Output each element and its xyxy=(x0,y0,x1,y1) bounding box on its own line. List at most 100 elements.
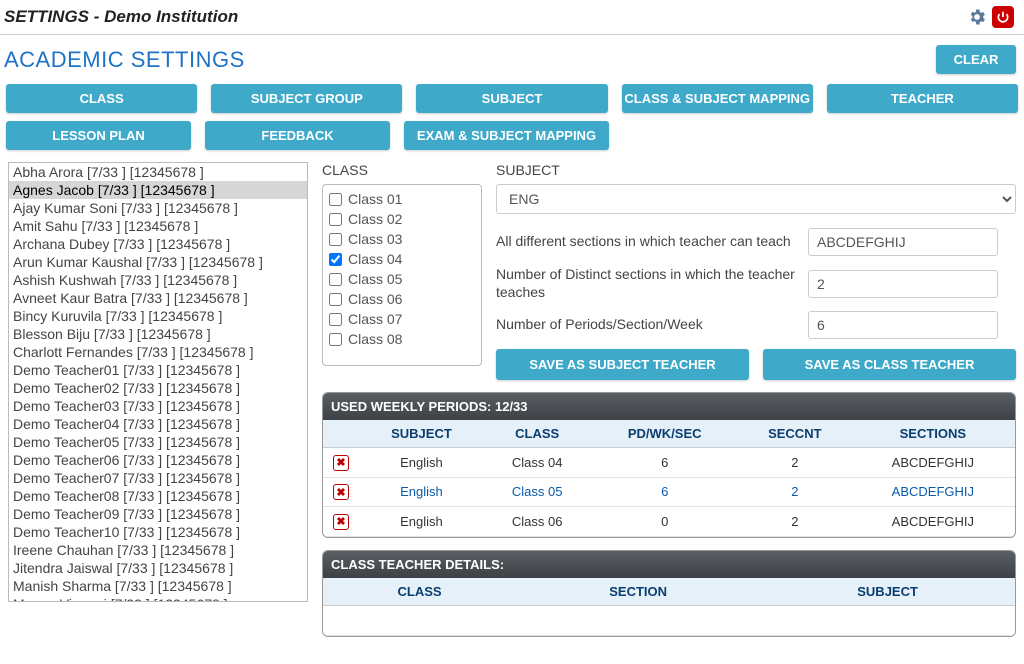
class-checklist[interactable]: Class 01 Class 02 Class 03 Class 04 Class 05… xyxy=(322,184,482,366)
delete-icon[interactable]: ✖ xyxy=(333,484,349,500)
tab-class-subject-mapping[interactable]: CLASS & SUBJECT MAPPING xyxy=(622,84,813,113)
teacher-item[interactable]: Demo Teacher08 [7/33 ] [12345678 ] xyxy=(9,487,307,505)
class-check-row[interactable]: Class 01 xyxy=(329,189,475,209)
class-check-row[interactable]: Class 07 xyxy=(329,309,475,329)
table-row[interactable]: ✖EnglishClass 0462ABCDEFGHIJ xyxy=(323,448,1015,478)
cell-pdwk: 6 xyxy=(590,477,739,507)
teacher-item[interactable]: Demo Teacher06 [7/33 ] [12345678 ] xyxy=(9,451,307,469)
tab-class[interactable]: CLASS xyxy=(6,84,197,113)
class-check-row[interactable]: Class 08 xyxy=(329,329,475,349)
clear-button[interactable]: CLEAR xyxy=(936,45,1016,74)
teacher-item[interactable]: Jitendra Jaiswal [7/33 ] [12345678 ] xyxy=(9,559,307,577)
tab-lesson-plan[interactable]: LESSON PLAN xyxy=(6,121,191,150)
teacher-item[interactable]: Demo Teacher09 [7/33 ] [12345678 ] xyxy=(9,505,307,523)
class-checkbox[interactable] xyxy=(329,233,342,246)
class-checkbox[interactable] xyxy=(329,273,342,286)
class-check-row[interactable]: Class 02 xyxy=(329,209,475,229)
class-label-text: Class 05 xyxy=(348,271,402,287)
class-checkbox[interactable] xyxy=(329,253,342,266)
detail-column: CLASS Class 01Class 02Class 03Class 04Cl… xyxy=(322,162,1016,637)
subject-block: SUBJECT ENG All different sections in wh… xyxy=(496,162,1016,380)
teacher-item[interactable]: Demo Teacher05 [7/33 ] [12345678 ] xyxy=(9,433,307,451)
section-title: ACADEMIC SETTINGS xyxy=(4,47,245,73)
teacher-item[interactable]: Blesson Biju [7/33 ] [12345678 ] xyxy=(9,325,307,343)
tab-teacher[interactable]: TEACHER xyxy=(827,84,1018,113)
teacher-item[interactable]: Bincy Kuruvila [7/33 ] [12345678 ] xyxy=(9,307,307,325)
tab-subject[interactable]: SUBJECT xyxy=(416,84,607,113)
table-row[interactable]: ✖EnglishClass 0562ABCDEFGHIJ xyxy=(323,477,1015,507)
save-subject-teacher-button[interactable]: SAVE AS SUBJECT TEACHER xyxy=(496,349,749,380)
field-label: All different sections in which teacher … xyxy=(496,233,796,251)
col-section: SECTION xyxy=(516,578,760,606)
cell-subject: English xyxy=(359,477,484,507)
class-label-text: Class 03 xyxy=(348,231,402,247)
main-content: Abha Arora [7/33 ] [12345678 ]Agnes Jaco… xyxy=(0,162,1024,647)
cell-class: Class 05 xyxy=(484,477,591,507)
col-seccnt: SECCNT xyxy=(739,420,851,448)
periods-per-week-input[interactable] xyxy=(808,311,998,339)
class-label-text: Class 01 xyxy=(348,191,402,207)
distinct-sections-input[interactable] xyxy=(808,270,998,298)
cell-seccnt: 2 xyxy=(739,507,851,537)
used-weekly-heading: USED WEEKLY PERIODS: 12/33 xyxy=(323,393,1015,420)
tab-exam-subject-mapping[interactable]: EXAM & SUBJECT MAPPING xyxy=(404,121,609,150)
teacher-item[interactable]: Meena Virmani [7/33 ] [12345678 ] xyxy=(9,595,307,602)
header-icon-group xyxy=(966,6,1014,28)
teacher-item[interactable]: Ireene Chauhan [7/33 ] [12345678 ] xyxy=(9,541,307,559)
cell-pdwk: 6 xyxy=(590,448,739,478)
delete-icon[interactable]: ✖ xyxy=(333,514,349,530)
teacher-item[interactable]: Agnes Jacob [7/33 ] [12345678 ] xyxy=(9,181,307,199)
col-sections: SECTIONS xyxy=(851,420,1015,448)
teacher-item[interactable]: Demo Teacher02 [7/33 ] [12345678 ] xyxy=(9,379,307,397)
teacher-item[interactable]: Avneet Kaur Batra [7/33 ] [12345678 ] xyxy=(9,289,307,307)
class-check-row[interactable]: Class 05 xyxy=(329,269,475,289)
class-check-row[interactable]: Class 06 xyxy=(329,289,475,309)
teacher-item[interactable]: Demo Teacher01 [7/33 ] [12345678 ] xyxy=(9,361,307,379)
delete-icon[interactable]: ✖ xyxy=(333,455,349,471)
teacher-listbox[interactable]: Abha Arora [7/33 ] [12345678 ]Agnes Jaco… xyxy=(8,162,308,602)
teacher-item[interactable]: Demo Teacher04 [7/33 ] [12345678 ] xyxy=(9,415,307,433)
class-check-row[interactable]: Class 04 xyxy=(329,249,475,269)
col-class: CLASS xyxy=(323,578,516,606)
col-subject: SUBJECT xyxy=(760,578,1015,606)
cell-subject: English xyxy=(359,448,484,478)
teacher-item[interactable]: Manish Sharma [7/33 ] [12345678 ] xyxy=(9,577,307,595)
teacher-item[interactable]: Ajay Kumar Soni [7/33 ] [12345678 ] xyxy=(9,199,307,217)
class-check-row[interactable]: Class 03 xyxy=(329,229,475,249)
sections-teach-input[interactable] xyxy=(808,228,998,256)
class-checkbox[interactable] xyxy=(329,293,342,306)
cell-seccnt: 2 xyxy=(739,477,851,507)
cell-subject: English xyxy=(359,507,484,537)
subject-label: SUBJECT xyxy=(496,162,1016,178)
teacher-item[interactable]: Archana Dubey [7/33 ] [12345678 ] xyxy=(9,235,307,253)
class-label-text: Class 06 xyxy=(348,291,402,307)
class-label-text: Class 04 xyxy=(348,251,402,267)
class-checkbox[interactable] xyxy=(329,313,342,326)
sub-header: ACADEMIC SETTINGS CLEAR xyxy=(0,35,1024,84)
class-checkbox[interactable] xyxy=(329,213,342,226)
teacher-item[interactable]: Charlott Fernandes [7/33 ] [12345678 ] xyxy=(9,343,307,361)
teacher-item[interactable]: Demo Teacher10 [7/33 ] [12345678 ] xyxy=(9,523,307,541)
teacher-item[interactable]: Ashish Kushwah [7/33 ] [12345678 ] xyxy=(9,271,307,289)
subject-select[interactable]: ENG xyxy=(496,184,1016,214)
teacher-item[interactable]: Arun Kumar Kaushal [7/33 ] [12345678 ] xyxy=(9,253,307,271)
cell-sections: ABCDEFGHIJ xyxy=(851,448,1015,478)
settings-gear-icon[interactable] xyxy=(966,6,988,28)
table-row[interactable]: ✖EnglishClass 0602ABCDEFGHIJ xyxy=(323,507,1015,537)
used-weekly-table: SUBJECT CLASS PD/WK/SEC SECCNT SECTIONS … xyxy=(323,420,1015,537)
class-checkbox[interactable] xyxy=(329,333,342,346)
class-checkbox[interactable] xyxy=(329,193,342,206)
page-title: SETTINGS - Demo Institution xyxy=(4,7,238,27)
col-class: CLASS xyxy=(484,420,591,448)
cell-class: Class 04 xyxy=(484,448,591,478)
power-icon[interactable] xyxy=(992,6,1014,28)
teacher-item[interactable]: Abha Arora [7/33 ] [12345678 ] xyxy=(9,163,307,181)
tab-feedback[interactable]: FEEDBACK xyxy=(205,121,390,150)
class-label-text: Class 02 xyxy=(348,211,402,227)
cell-class: Class 06 xyxy=(484,507,591,537)
save-class-teacher-button[interactable]: SAVE AS CLASS TEACHER xyxy=(763,349,1016,380)
tab-subject-group[interactable]: SUBJECT GROUP xyxy=(211,84,402,113)
teacher-item[interactable]: Demo Teacher07 [7/33 ] [12345678 ] xyxy=(9,469,307,487)
teacher-item[interactable]: Demo Teacher03 [7/33 ] [12345678 ] xyxy=(9,397,307,415)
teacher-item[interactable]: Amit Sahu [7/33 ] [12345678 ] xyxy=(9,217,307,235)
